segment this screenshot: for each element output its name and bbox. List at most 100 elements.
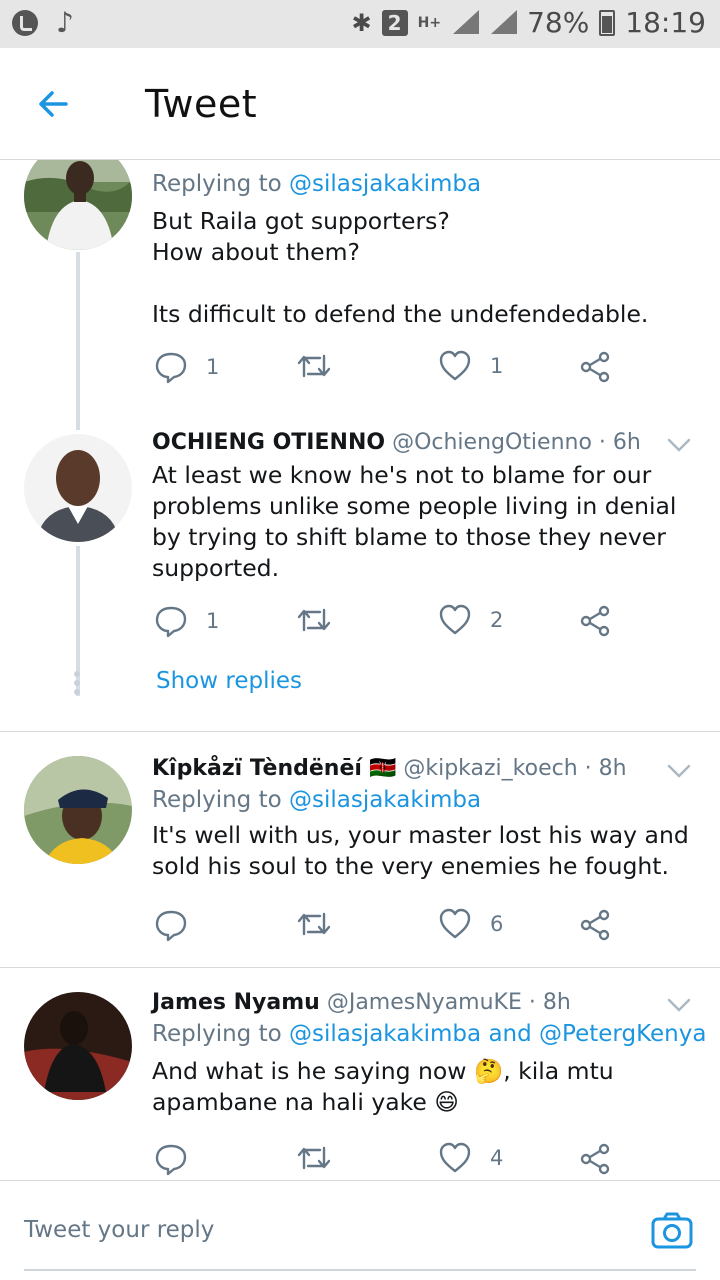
tweet-actions: 4 — [152, 1142, 672, 1180]
sim-badge: 2 — [381, 9, 408, 36]
replying-to: Replying to @silasjakakimba — [152, 171, 482, 197]
chevron-down-icon — [667, 764, 691, 778]
avatar[interactable] — [24, 992, 132, 1100]
tweet-actions: 1 1 — [152, 350, 672, 390]
reply-input[interactable]: Tweet your reply — [24, 1217, 214, 1243]
like-count: 4 — [490, 1146, 504, 1170]
reply-button[interactable]: 1 — [154, 350, 219, 384]
share-icon — [580, 909, 610, 941]
mention-link[interactable]: @silasjakakimba — [289, 1021, 481, 1047]
reply-tweet-4[interactable]: James Nyamu @JamesNyamuKE · 8h Replying … — [0, 968, 720, 1180]
author-handle[interactable]: @kipkazi_koech — [403, 756, 577, 781]
input-underline — [24, 1269, 696, 1271]
tweet-menu-button[interactable] — [666, 758, 692, 784]
mention-link[interactable]: @silasjakakimba — [289, 171, 481, 197]
share-icon — [580, 1143, 610, 1175]
tweet-menu-button[interactable] — [666, 992, 692, 1018]
retweet-icon — [297, 912, 331, 936]
tweet-menu-button[interactable] — [666, 432, 692, 458]
heart-icon — [439, 1142, 471, 1173]
status-bar: ♪ ✱ 2 H+ 78% 18:19 — [0, 0, 720, 48]
retweet-button[interactable] — [296, 350, 332, 382]
tweet-actions: 1 2 — [152, 604, 672, 644]
reply-button[interactable] — [154, 908, 188, 942]
retweet-icon — [297, 354, 331, 378]
tweet-actions: 6 — [152, 908, 672, 948]
show-replies-link[interactable]: Show replies — [156, 668, 302, 694]
thread-line — [76, 252, 80, 430]
music-note-icon: ♪ — [56, 6, 74, 39]
retweet-button[interactable] — [296, 908, 332, 940]
like-button[interactable]: 6 — [438, 908, 503, 940]
like-count: 2 — [490, 608, 504, 632]
reply-tweet-2[interactable]: OCHIENG OTIENNO @OchiengOtienno · 6h At … — [0, 422, 720, 732]
tweet-text: But Raila got supporters? How about them… — [152, 207, 649, 328]
author-name[interactable]: Kîpkåzï Tèndënēí — [152, 756, 362, 781]
reply-icon — [155, 352, 187, 384]
avatar[interactable] — [24, 756, 132, 864]
battery-icon — [599, 9, 616, 36]
share-button[interactable] — [578, 604, 612, 638]
author-handle[interactable]: @JamesNyamuKE — [327, 990, 522, 1015]
bluetooth-icon: ✱ — [351, 8, 372, 37]
reply-button[interactable] — [154, 1142, 188, 1176]
mention-link[interactable]: @silasjakakimba — [289, 787, 481, 813]
camera-button[interactable] — [648, 1207, 696, 1255]
reply-icon — [155, 606, 187, 638]
signal-icon-2 — [489, 9, 518, 36]
avatar[interactable] — [24, 160, 132, 250]
like-button[interactable]: 4 — [438, 1142, 503, 1174]
mention-link-2[interactable]: @PetergKenya — [539, 1021, 706, 1047]
tweet-text: It's well with us, your master lost his … — [152, 821, 689, 880]
tweet-text: At least we know he's not to blame for o… — [152, 461, 677, 582]
share-button[interactable] — [578, 350, 612, 384]
arrow-left-icon — [39, 91, 68, 117]
chevron-down-icon — [667, 438, 691, 452]
flag-emoji: 🇰🇪 — [368, 756, 397, 781]
thread-dots — [74, 668, 82, 698]
tweet-time: · 6h — [598, 430, 641, 455]
camera-icon — [651, 1212, 693, 1249]
app-header: Tweet — [0, 48, 720, 160]
tweet-time: · 8h — [584, 756, 627, 781]
tweet-header: Kîpkåzï Tèndënēí 🇰🇪 @kipkazi_koech · 8h — [152, 754, 700, 784]
network-type: H+ — [417, 14, 442, 31]
reply-count: 1 — [206, 355, 220, 379]
replying-to: Replying to @silasjakakimba and @PetergK… — [152, 1021, 707, 1047]
like-button[interactable]: 1 — [438, 350, 503, 382]
author-name[interactable]: OCHIENG OTIENNO — [152, 430, 385, 455]
reply-count: 1 — [206, 609, 220, 633]
heart-icon — [439, 350, 471, 381]
reply-tweet-1[interactable]: Replying to @silasjakakimba But Raila go… — [0, 160, 720, 430]
battery-percent: 78% — [527, 6, 590, 39]
author-handle[interactable]: @OchiengOtienno — [392, 430, 592, 455]
retweet-button[interactable] — [296, 1142, 332, 1174]
chevron-down-icon — [667, 998, 691, 1012]
back-button[interactable] — [30, 84, 80, 124]
heart-icon — [439, 604, 471, 635]
author-name[interactable]: James Nyamu — [152, 990, 320, 1015]
clock: 18:19 — [625, 6, 706, 39]
tweet-thread: Replying to @silasjakakimba But Raila go… — [0, 160, 720, 1180]
tweet-header: James Nyamu @JamesNyamuKE · 8h — [152, 988, 700, 1018]
reply-button[interactable]: 1 — [154, 604, 219, 638]
reply-tweet-3[interactable]: Kîpkåzï Tèndënēí 🇰🇪 @kipkazi_koech · 8h … — [0, 732, 720, 967]
like-count: 1 — [490, 354, 504, 378]
page-title: Tweet — [145, 82, 258, 126]
like-button[interactable]: 2 — [438, 604, 503, 636]
share-button[interactable] — [578, 1142, 612, 1176]
retweet-button[interactable] — [296, 604, 332, 636]
share-button[interactable] — [578, 908, 612, 942]
reply-icon — [155, 1144, 187, 1176]
reply-composer: Tweet your reply — [0, 1180, 720, 1280]
avatar[interactable] — [24, 434, 132, 542]
music-app-icon — [12, 10, 38, 36]
tweet-text: And what is he saying now 🤔, kila mtu ap… — [152, 1057, 614, 1116]
tweet-header: OCHIENG OTIENNO @OchiengOtienno · 6h — [152, 428, 700, 458]
heart-icon — [439, 908, 471, 939]
share-icon — [580, 351, 610, 383]
like-count: 6 — [490, 912, 504, 936]
signal-icon — [451, 9, 480, 36]
retweet-icon — [297, 608, 331, 632]
share-icon — [580, 605, 610, 637]
